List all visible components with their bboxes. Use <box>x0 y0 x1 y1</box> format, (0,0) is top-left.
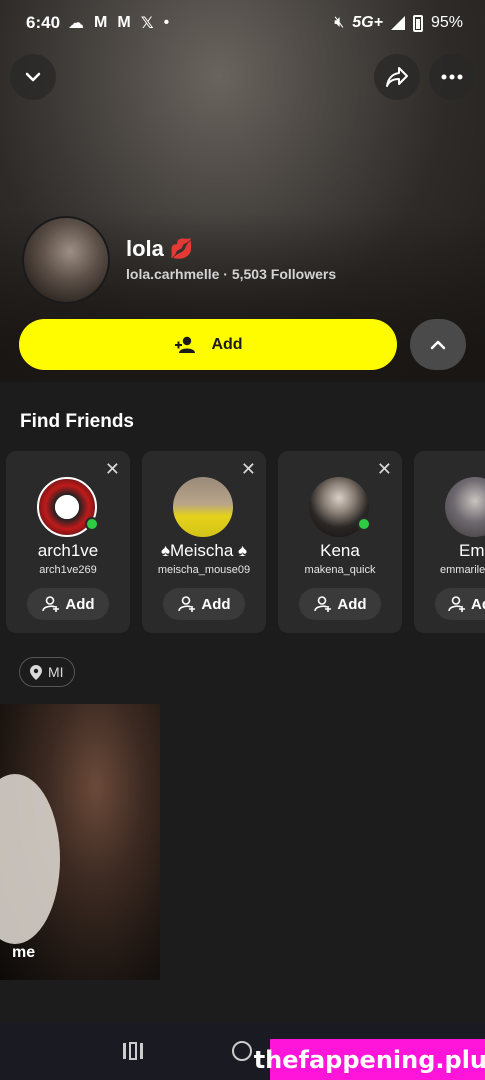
location-pin-icon <box>30 664 42 680</box>
friend-card[interactable]: ✕ Kena makena_quick Add <box>278 451 402 633</box>
share-button[interactable] <box>374 54 420 100</box>
more-horizontal-icon <box>441 74 463 80</box>
watermark: thefappening.plus <box>254 1039 485 1080</box>
find-friends-carousel[interactable]: ✕ arch1ve arch1ve269 Add ✕ ♠Meischa ♠ me… <box>6 451 485 633</box>
separator: · <box>223 266 228 282</box>
story-tile[interactable]: me <box>0 704 160 980</box>
add-user-icon <box>42 596 60 612</box>
add-user-icon <box>314 596 332 612</box>
status-time: 6:40 <box>26 13 61 32</box>
expand-toggle-button[interactable] <box>410 319 466 370</box>
online-indicator <box>357 517 371 531</box>
dismiss-icon[interactable]: ✕ <box>377 459 392 480</box>
add-friend-card-button[interactable]: Add <box>163 588 245 620</box>
weather-icon: ☁ <box>68 15 85 32</box>
add-friend-icon <box>175 336 196 353</box>
add-user-icon <box>448 596 465 612</box>
more-dot-icon: • <box>163 14 170 31</box>
share-icon <box>386 67 408 87</box>
add-friend-card-button[interactable]: Ad <box>435 588 485 620</box>
follower-count: 5,503 Followers <box>231 266 337 282</box>
add-friend-label: Add <box>211 335 243 353</box>
story-thumbnail <box>0 774 60 944</box>
online-indicator <box>85 517 99 531</box>
add-friend-card-button[interactable]: Add <box>299 588 381 620</box>
add-friend-card-button[interactable]: Add <box>27 588 109 620</box>
more-options-button[interactable] <box>429 54 475 100</box>
friend-username: makena_quick <box>304 564 376 576</box>
add-label: Ad <box>471 595 485 613</box>
friend-card[interactable]: Em emmarile Ad <box>414 451 485 633</box>
location-label: MI <box>48 664 64 680</box>
add-label: Add <box>337 595 367 613</box>
friend-name: ♠Meischa ♠ <box>160 541 248 560</box>
network-label: 5G+ <box>352 14 383 31</box>
battery-icon <box>412 14 423 32</box>
friend-username: meischa_mouse09 <box>157 564 251 576</box>
dismiss-icon[interactable]: ✕ <box>105 459 120 480</box>
x-icon: 𝕏 <box>140 15 154 32</box>
add-user-icon <box>178 596 196 612</box>
system-icons: 🔇︎ 5G+ 95% <box>334 14 463 32</box>
mute-icon: 🔇︎ <box>334 14 345 31</box>
friend-username: emmarile <box>440 564 485 576</box>
profile-name: lola 💋 <box>126 236 194 262</box>
gmail-icon: M <box>117 14 131 31</box>
home-icon[interactable] <box>232 1041 252 1061</box>
friend-avatar[interactable] <box>445 477 485 537</box>
profile-emoji: 💋 <box>169 239 194 260</box>
friend-name: Em <box>459 541 485 560</box>
chevron-down-icon <box>25 72 41 82</box>
add-friend-button[interactable]: Add <box>19 319 397 370</box>
chevron-up-icon <box>430 340 446 349</box>
profile-avatar[interactable] <box>22 216 110 304</box>
status-bar: 6:40 ☁ M M 𝕏 • 🔇︎ 5G+ 95% <box>0 0 485 46</box>
profile-subtitle: lola.carhmelle · 5,503 Followers <box>126 266 336 282</box>
add-label: Add <box>65 595 95 613</box>
story-label: me <box>12 944 36 961</box>
friend-name: arch1ve <box>37 541 99 560</box>
friend-card[interactable]: ✕ ♠Meischa ♠ meischa_mouse09 Add <box>142 451 266 633</box>
friend-avatar[interactable] <box>173 477 233 537</box>
notification-icons: ☁ M M 𝕏 • <box>68 13 169 33</box>
friend-username: arch1ve269 <box>39 564 97 576</box>
friend-name: Kena <box>320 541 360 560</box>
profile-display-name: lola <box>126 236 164 261</box>
find-friends-title: Find Friends <box>20 411 134 432</box>
recents-icon[interactable] <box>122 1042 144 1060</box>
location-chip[interactable]: MI <box>19 657 75 687</box>
battery-level: 95% <box>430 14 463 31</box>
gmail-icon: M <box>94 14 108 31</box>
signal-icon <box>390 16 405 30</box>
profile-username: lola.carhmelle <box>126 266 220 282</box>
add-label: Add <box>201 595 231 613</box>
collapse-profile-button[interactable] <box>10 54 56 100</box>
friend-card[interactable]: ✕ arch1ve arch1ve269 Add <box>6 451 130 633</box>
dismiss-icon[interactable]: ✕ <box>241 459 256 480</box>
